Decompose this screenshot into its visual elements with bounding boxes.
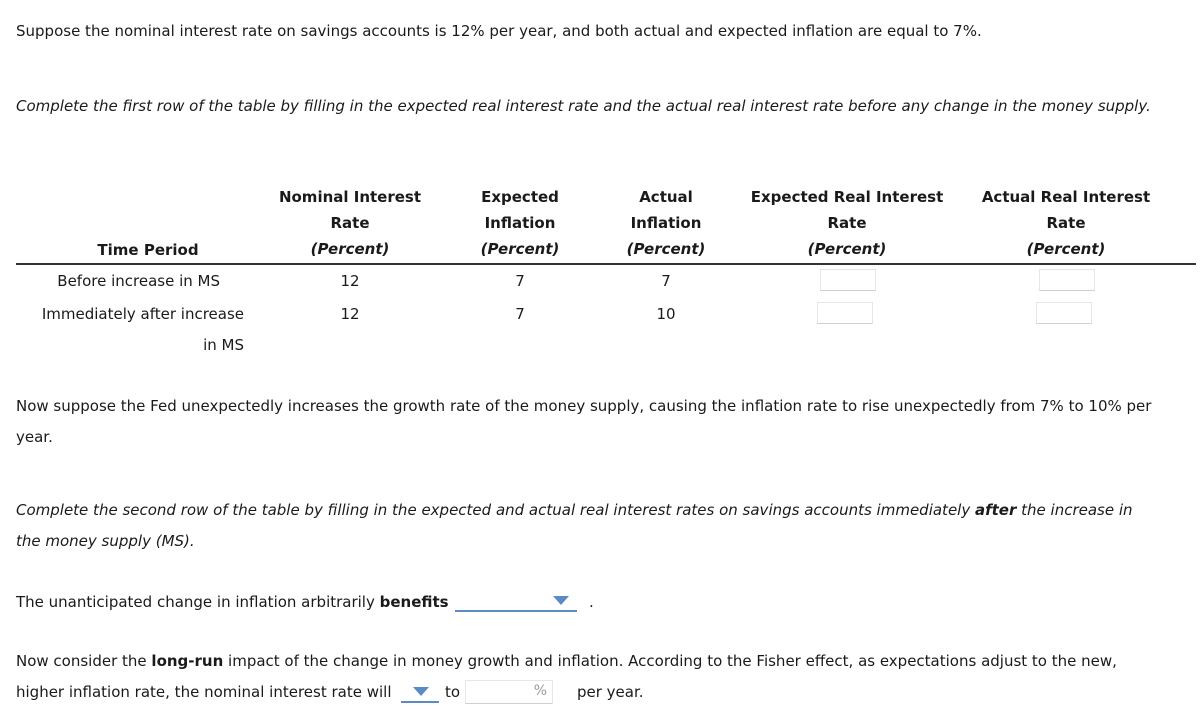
header-unit: (Percent) bbox=[807, 240, 887, 258]
row-label: Before increase in MS bbox=[57, 272, 220, 290]
header-line: Rate bbox=[1046, 214, 1086, 232]
header-time-period: Time Period bbox=[97, 241, 199, 259]
nominal-rate-direction-dropdown[interactable] bbox=[401, 681, 439, 703]
instruction-emphasis: after bbox=[974, 501, 1017, 519]
expected-real-rate-input-row1[interactable] bbox=[820, 269, 876, 291]
fed-paragraph-line2: year. bbox=[16, 428, 53, 446]
benefits-emphasis: benefits bbox=[379, 593, 449, 611]
header-line: Inflation bbox=[484, 214, 556, 232]
long-run-text: impact of the change in money growth and… bbox=[223, 652, 1117, 670]
chevron-down-icon bbox=[413, 687, 429, 696]
row-label-continued: in MS bbox=[203, 336, 244, 354]
header-expected-real-interest: Expected Real Interest Rate (Percent) bbox=[742, 184, 952, 262]
cell-expected-inflation: 7 bbox=[515, 305, 525, 323]
actual-real-rate-input-row2[interactable] bbox=[1036, 302, 1092, 324]
actual-real-rate-input-row1[interactable] bbox=[1039, 269, 1095, 291]
row-label: Immediately after increase bbox=[41, 305, 244, 323]
table-header-divider bbox=[16, 263, 1196, 265]
header-actual-real-interest: Actual Real Interest Rate (Percent) bbox=[966, 184, 1166, 262]
fed-paragraph: Now suppose the Fed unexpectedly increas… bbox=[16, 391, 1186, 453]
header-line: Rate bbox=[330, 214, 370, 232]
benefits-question-text: The unanticipated change in inflation ar… bbox=[16, 593, 380, 611]
cell-actual-inflation: 10 bbox=[656, 305, 676, 323]
header-unit: (Percent) bbox=[480, 240, 560, 258]
header-line: Inflation bbox=[630, 214, 702, 232]
header-actual-inflation: Actual Inflation (Percent) bbox=[596, 184, 736, 262]
instruction-row2-line1: Complete the second row of the table by … bbox=[16, 495, 1186, 526]
chevron-down-icon bbox=[553, 596, 569, 605]
cell-nominal: 12 bbox=[340, 305, 360, 323]
header-unit: (Percent) bbox=[1026, 240, 1106, 258]
header-line: Expected Real Interest bbox=[750, 188, 944, 206]
instruction-text: the increase in bbox=[1016, 501, 1133, 519]
expected-real-rate-input-row2[interactable] bbox=[817, 302, 873, 324]
nominal-rate-input[interactable] bbox=[466, 681, 540, 701]
header-line: Expected bbox=[481, 188, 559, 206]
cell-expected-inflation: 7 bbox=[515, 272, 525, 290]
to-label: to bbox=[445, 683, 461, 701]
instruction-text: Complete the second row of the table by … bbox=[16, 501, 975, 519]
percent-suffix: % bbox=[533, 683, 547, 699]
header-line: Rate bbox=[827, 214, 867, 232]
nominal-rate-input-wrapper: % bbox=[465, 680, 553, 704]
cell-nominal: 12 bbox=[340, 272, 360, 290]
cell-actual-inflation: 7 bbox=[661, 272, 671, 290]
intro-text: Suppose the nominal interest rate on sav… bbox=[16, 22, 982, 40]
benefits-question: The unanticipated change in inflation ar… bbox=[16, 592, 449, 612]
header-unit: (Percent) bbox=[310, 240, 390, 258]
long-run-line1: Now consider the long-run impact of the … bbox=[16, 646, 1186, 677]
per-year-label: per year. bbox=[577, 683, 644, 701]
header-line: Actual bbox=[639, 188, 693, 206]
long-run-text: Now consider the bbox=[16, 652, 152, 670]
long-run-emphasis: long-run bbox=[151, 652, 224, 670]
header-line: Actual Real Interest bbox=[981, 188, 1151, 206]
fed-paragraph-line1: Now suppose the Fed unexpectedly increas… bbox=[16, 397, 1152, 415]
header-line: Nominal Interest bbox=[278, 188, 422, 206]
header-nominal-interest: Nominal Interest Rate (Percent) bbox=[270, 184, 430, 262]
long-run-text: higher inflation rate, the nominal inter… bbox=[16, 683, 392, 701]
benefits-period: . bbox=[589, 593, 594, 611]
header-expected-inflation: Expected Inflation (Percent) bbox=[450, 184, 590, 262]
instruction-row2: Complete the second row of the table by … bbox=[16, 495, 1186, 557]
header-unit: (Percent) bbox=[626, 240, 706, 258]
instruction-row1: Complete the first row of the table by f… bbox=[16, 97, 1151, 115]
instruction-row2-line2: the money supply (MS). bbox=[16, 532, 195, 550]
benefits-dropdown[interactable] bbox=[455, 590, 577, 612]
